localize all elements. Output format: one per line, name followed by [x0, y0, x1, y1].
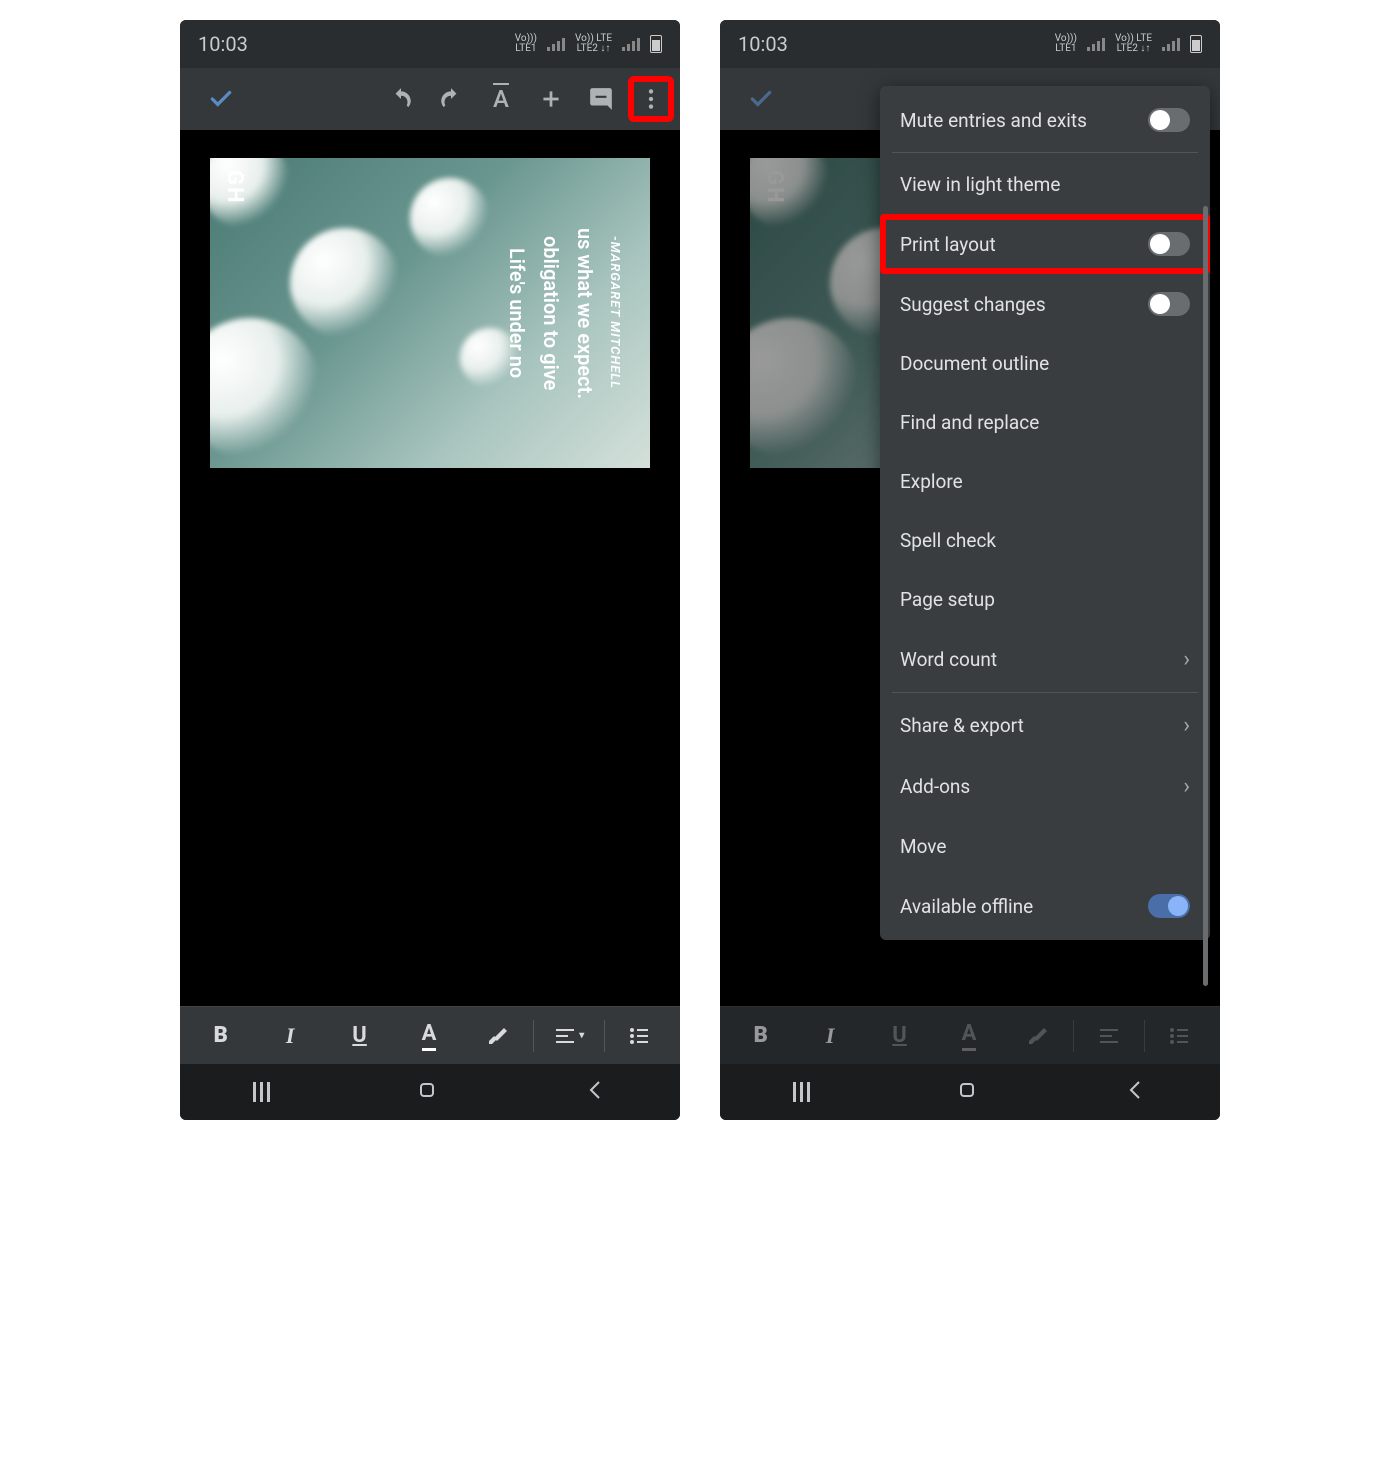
phone-screenshot-left: 10:03 Vo)))LTE1 Vo)) LTELTE2 ↓↑ A — [180, 20, 680, 1120]
editor-toolbar: A — [180, 68, 680, 130]
status-time: 10:03 — [738, 32, 788, 56]
menu-explore[interactable]: Explore — [880, 452, 1210, 511]
menu-label: Find and replace — [900, 411, 1039, 434]
format-toolbar: B I U A ▾ — [180, 1006, 680, 1064]
chevron-right-icon: › — [1183, 774, 1190, 799]
menu-print-layout[interactable]: Print layout — [880, 214, 1210, 274]
status-indicators: Vo)))LTE1 Vo)) LTELTE2 ↓↑ — [515, 34, 662, 54]
image-quote: Life's under no obligation to give us wh… — [505, 188, 622, 438]
document-canvas[interactable]: GH Life's under no obligation to give us… — [180, 130, 680, 1006]
menu-label: Document outline — [900, 352, 1049, 375]
nav-recent-button[interactable] — [793, 1082, 810, 1102]
scrollbar[interactable] — [1203, 206, 1208, 986]
menu-share-export[interactable]: Share & export › — [880, 695, 1210, 756]
chevron-right-icon: › — [1183, 647, 1190, 672]
menu-available-offline[interactable]: Available offline — [880, 876, 1210, 936]
italic-button[interactable]: I — [255, 1007, 324, 1064]
battery-icon — [650, 35, 662, 53]
menu-label: Add-ons — [900, 775, 970, 798]
nav-back-button[interactable] — [584, 1078, 608, 1106]
list-button[interactable] — [1145, 1007, 1214, 1064]
underline-button[interactable]: U — [865, 1007, 934, 1064]
menu-word-count[interactable]: Word count › — [880, 629, 1210, 690]
menu-page-setup[interactable]: Page setup — [880, 570, 1210, 629]
battery-icon — [1190, 35, 1202, 53]
menu-mute-entries[interactable]: Mute entries and exits — [880, 90, 1210, 150]
menu-label: Move — [900, 835, 946, 858]
redo-button[interactable] — [428, 76, 474, 122]
toggle-switch[interactable] — [1148, 292, 1190, 316]
android-nav-bar — [180, 1064, 680, 1120]
menu-label: Suggest changes — [900, 293, 1046, 316]
highlight-button[interactable] — [464, 1007, 533, 1064]
nav-back-button[interactable] — [1124, 1078, 1148, 1106]
nav-recent-button[interactable] — [253, 1082, 270, 1102]
status-indicators: Vo)))LTE1 Vo)) LTELTE2 ↓↑ — [1055, 34, 1202, 54]
text-color-button[interactable]: A — [934, 1007, 1003, 1064]
menu-suggest-changes[interactable]: Suggest changes — [880, 274, 1210, 334]
more-menu-button[interactable] — [628, 76, 674, 122]
toggle-switch[interactable] — [1148, 108, 1190, 132]
menu-label: Print layout — [900, 233, 996, 256]
done-check-button[interactable] — [738, 76, 784, 122]
bold-button[interactable]: B — [186, 1007, 255, 1064]
menu-light-theme[interactable]: View in light theme — [880, 155, 1210, 214]
nav-home-button[interactable] — [415, 1078, 439, 1106]
menu-label: Available offline — [900, 895, 1033, 918]
toggle-switch[interactable] — [1148, 894, 1190, 918]
menu-label: Page setup — [900, 588, 995, 611]
menu-label: Mute entries and exits — [900, 109, 1087, 132]
align-button[interactable]: ▾ — [534, 1007, 603, 1064]
insert-button[interactable] — [528, 76, 574, 122]
image-badge: GH — [762, 170, 787, 205]
nav-home-button[interactable] — [955, 1078, 979, 1106]
done-check-button[interactable] — [198, 76, 244, 122]
overflow-menu: Mute entries and exits View in light the… — [880, 86, 1210, 940]
align-button[interactable] — [1074, 1007, 1143, 1064]
undo-button[interactable] — [378, 76, 424, 122]
menu-move[interactable]: Move — [880, 817, 1210, 876]
phone-screenshot-right: 10:03 Vo)))LTE1 Vo)) LTELTE2 ↓↑ GH Mute … — [720, 20, 1220, 1120]
italic-button[interactable]: I — [795, 1007, 864, 1064]
menu-label: View in light theme — [900, 173, 1060, 196]
comment-button[interactable] — [578, 76, 624, 122]
chevron-right-icon: › — [1183, 713, 1190, 738]
menu-find-replace[interactable]: Find and replace — [880, 393, 1210, 452]
status-bar: 10:03 Vo)))LTE1 Vo)) LTELTE2 ↓↑ — [720, 20, 1220, 68]
status-bar: 10:03 Vo)))LTE1 Vo)) LTELTE2 ↓↑ — [180, 20, 680, 68]
document-image: GH Life's under no obligation to give us… — [210, 158, 650, 468]
image-badge: GH — [222, 170, 247, 205]
menu-label: Spell check — [900, 529, 996, 552]
text-color-button[interactable]: A — [394, 1007, 463, 1064]
highlight-button[interactable] — [1004, 1007, 1073, 1064]
underline-button[interactable]: U — [325, 1007, 394, 1064]
format-toolbar: B I U A — [720, 1006, 1220, 1064]
toggle-switch[interactable] — [1148, 232, 1190, 256]
menu-label: Word count — [900, 648, 997, 671]
status-time: 10:03 — [198, 32, 248, 56]
list-button[interactable] — [605, 1007, 674, 1064]
menu-spell-check[interactable]: Spell check — [880, 511, 1210, 570]
menu-document-outline[interactable]: Document outline — [880, 334, 1210, 393]
android-nav-bar — [720, 1064, 1220, 1120]
menu-addons[interactable]: Add-ons › — [880, 756, 1210, 817]
menu-label: Share & export — [900, 714, 1024, 737]
menu-label: Explore — [900, 470, 963, 493]
bold-button[interactable]: B — [726, 1007, 795, 1064]
text-format-button[interactable]: A — [478, 76, 524, 122]
